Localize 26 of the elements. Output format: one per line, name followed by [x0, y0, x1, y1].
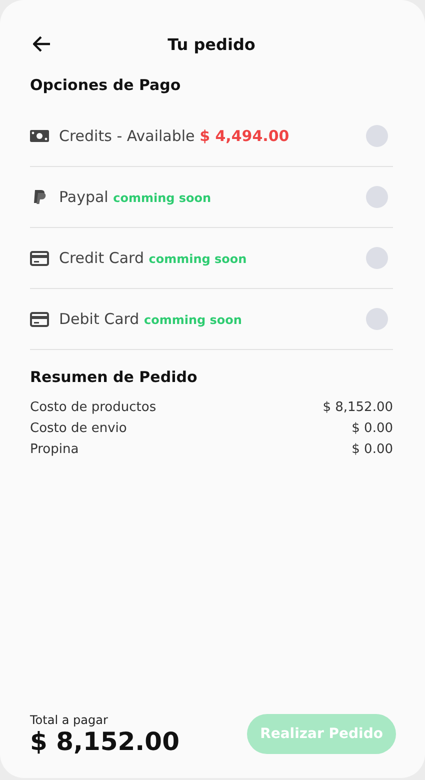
page-title: Tu pedido: [166, 34, 256, 54]
total-label: Total a pagar: [30, 713, 109, 727]
payment-label: Debit Card comming soon: [59, 310, 243, 328]
radio-button[interactable]: [366, 247, 388, 269]
radio-button[interactable]: [366, 186, 388, 208]
summary-value: $ 8,152.00: [322, 400, 393, 415]
payment-label: Paypal comming soon: [59, 188, 212, 206]
section-title: Opciones de Pago: [30, 76, 182, 94]
summary-label: Costo de productos: [30, 400, 156, 415]
summary-label: Costo de envio: [30, 421, 127, 436]
payment-label: Credit Card comming soon: [59, 249, 248, 267]
payment-option[interactable]: Credits - Available $ 4,494.00: [30, 106, 393, 167]
radio-button[interactable]: [366, 308, 388, 330]
total-amount: $ 8,152.00: [30, 727, 180, 756]
summary-value: $ 0.00: [352, 442, 393, 457]
credit-card-icon: [30, 250, 49, 266]
payment-option[interactable]: Paypal comming soon: [30, 167, 393, 228]
summary-label: Propina: [30, 442, 79, 457]
section-title: Resumen de Pedido: [30, 368, 198, 386]
radio-button[interactable]: [366, 125, 388, 147]
payment-option[interactable]: Debit Card comming soon: [30, 289, 393, 350]
credit-card-icon: [30, 312, 49, 326]
banknote-icon: [30, 129, 49, 143]
payment-label: Credits - Available $ 4,494.00: [59, 127, 290, 145]
payment-option[interactable]: Credit Card comming soon: [30, 228, 393, 289]
summary-value: $ 0.00: [352, 421, 393, 436]
